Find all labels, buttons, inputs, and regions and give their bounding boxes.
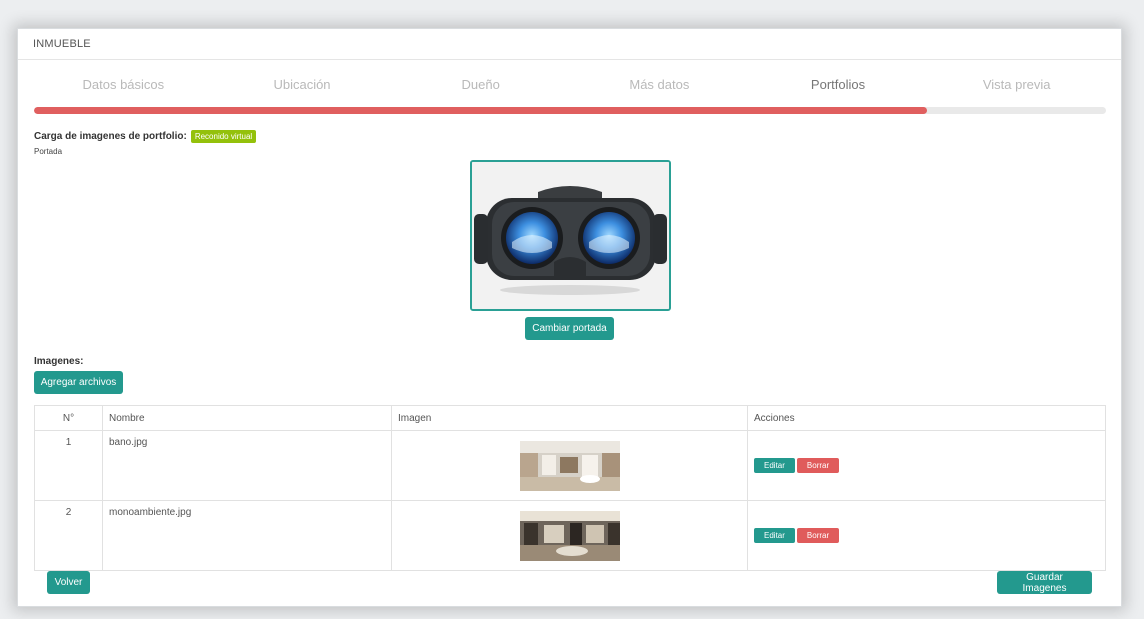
tab-ubicacion[interactable]: Ubicación bbox=[213, 69, 392, 109]
table-row: 2 monoambiente.jpg Editar Borrar bbox=[34, 500, 1106, 571]
cover-image bbox=[470, 160, 671, 311]
images-section-title: Imagenes: bbox=[34, 356, 84, 367]
file-name: monoambiente.jpg bbox=[102, 500, 392, 571]
actions-cell: Editar Borrar bbox=[747, 500, 1106, 571]
panorama-thumbnail bbox=[519, 440, 620, 491]
tab-mas-datos[interactable]: Más datos bbox=[570, 69, 749, 109]
virtual-tour-badge: Reconido virtual bbox=[190, 130, 257, 143]
row-number: 2 bbox=[34, 500, 103, 571]
tab-datos-basicos[interactable]: Datos básicos bbox=[34, 69, 213, 109]
panel-title: INMUEBLE bbox=[18, 29, 1121, 60]
column-header-name: Nombre bbox=[102, 405, 392, 431]
thumbnail-cell bbox=[391, 430, 748, 501]
portfolio-upload-title: Carga de imagenes de portfolio: bbox=[34, 131, 187, 142]
column-header-image: Imagen bbox=[391, 405, 748, 431]
actions-cell: Editar Borrar bbox=[747, 430, 1106, 501]
file-name: bano.jpg bbox=[102, 430, 392, 501]
change-cover-button[interactable]: Cambiar portada bbox=[525, 317, 614, 340]
wizard-tabs: Datos básicos Ubicación Dueño Más datos … bbox=[34, 69, 1106, 109]
tab-vista-previa[interactable]: Vista previa bbox=[927, 69, 1106, 109]
column-header-number: N° bbox=[34, 405, 103, 431]
save-images-button[interactable]: Guardar Imagenes bbox=[997, 571, 1092, 594]
images-table: N° Nombre Imagen Acciones 1 bano.jpg Edi… bbox=[34, 405, 1106, 571]
table-header-row: N° Nombre Imagen Acciones bbox=[34, 405, 1106, 431]
progress-fill bbox=[34, 107, 927, 114]
delete-button[interactable]: Borrar bbox=[796, 528, 840, 543]
delete-button[interactable]: Borrar bbox=[796, 458, 840, 473]
add-files-button[interactable]: Agregar archivos bbox=[34, 371, 123, 394]
vr-headset-icon bbox=[472, 162, 669, 309]
back-button[interactable]: Volver bbox=[47, 571, 90, 594]
wizard-progress-bar bbox=[34, 107, 1106, 114]
edit-button[interactable]: Editar bbox=[754, 458, 795, 473]
tab-portfolios[interactable]: Portfolios bbox=[749, 69, 928, 109]
portfolio-upload-heading: Carga de imagenes de portfolio: Reconido… bbox=[34, 130, 257, 143]
tab-dueno[interactable]: Dueño bbox=[391, 69, 570, 109]
column-header-actions: Acciones bbox=[747, 405, 1106, 431]
property-panel: INMUEBLE Datos básicos Ubicación Dueño M… bbox=[17, 28, 1122, 607]
edit-button[interactable]: Editar bbox=[754, 528, 795, 543]
row-number: 1 bbox=[34, 430, 103, 501]
cover-label: Portada bbox=[34, 147, 63, 156]
table-row: 1 bano.jpg Editar Borrar bbox=[34, 430, 1106, 501]
panorama-thumbnail bbox=[519, 510, 620, 561]
thumbnail-cell bbox=[391, 500, 748, 571]
